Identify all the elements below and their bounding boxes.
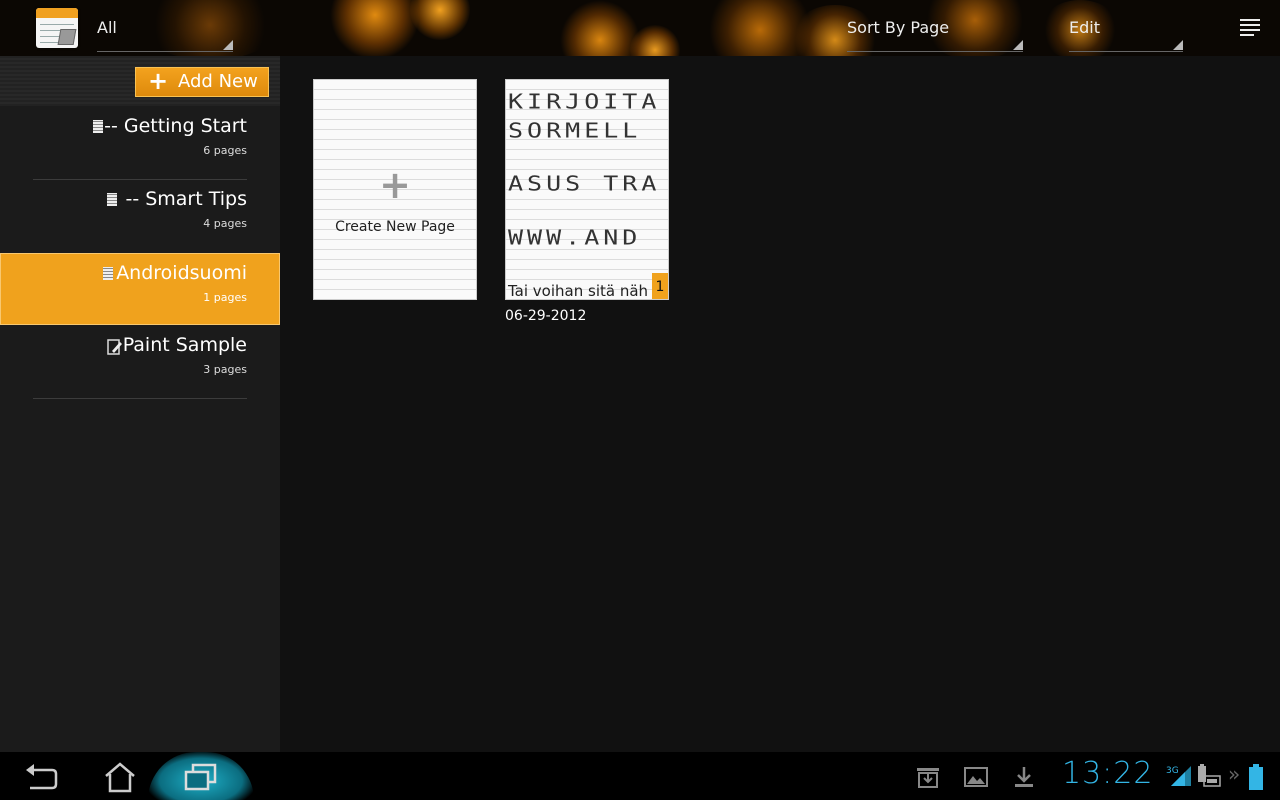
add-new-button[interactable]: + Add New [135,67,269,97]
edit-dropdown[interactable]: Edit [1069,0,1183,56]
notebook-icon [93,120,103,133]
sort-value: Sort By Page [847,18,950,37]
archive-icon[interactable] [916,765,940,789]
page-typed-text: Tai voihan sitä näh [508,282,649,300]
notebook-page-count: 3 pages [203,363,247,376]
action-bar: All Sort By Page Edit [0,0,1280,57]
edit-value: Edit [1069,18,1100,37]
notebook-title: -- Smart Tips [125,188,247,210]
handwriting-line: WWW.AND [508,226,642,250]
plus-icon: + [148,67,169,95]
download-icon[interactable] [1012,765,1036,789]
home-icon[interactable] [100,760,140,794]
page-number-badge: 1 [652,273,668,299]
notebook-icon [103,267,113,280]
notebook-page-count: 4 pages [203,217,247,230]
notebook-icon [107,193,117,206]
notebook-item-androidsuomi[interactable]: Androidsuomi 1 pages [0,253,280,325]
create-new-page-label: Create New Page [335,219,455,235]
notebook-item-getting-start[interactable]: -- Getting Start 6 pages [0,107,280,179]
clock[interactable]: 13:22 [1062,756,1153,791]
notebook-page-count: 6 pages [203,144,247,157]
dropdown-arrow-icon [223,40,233,50]
paint-notebook-icon [107,339,122,355]
notebook-item-paint-sample[interactable]: Paint Sample 3 pages [0,326,280,398]
page-date: 06-29-2012 [505,308,587,324]
notebook-title: Paint Sample [122,334,247,356]
overflow-menu-icon[interactable] [1240,16,1262,40]
dropdown-arrow-icon [1013,40,1023,50]
notebook-item-smart-tips[interactable]: -- Smart Tips 4 pages [0,180,280,252]
handwriting-line: SORMELL [508,119,642,143]
signal-icon [1171,766,1191,786]
page-thumbnail[interactable]: KIRJOITA SORMELL ASUS TRA WWW.AND Tai vo… [505,79,669,300]
dropdown-arrow-icon [1173,40,1183,50]
recent-apps-icon[interactable] [181,760,221,794]
notebook-title: -- Getting Start [104,115,247,137]
page-grid: + Create New Page KIRJOITA SORMELL ASUS … [280,56,1280,752]
notebook-title: Androidsuomi [116,262,247,284]
plus-icon: + [379,163,411,207]
notes-app-icon[interactable] [36,8,78,48]
gallery-icon[interactable] [964,765,988,789]
keyboard-battery-icon [1198,764,1221,787]
battery-icon [1249,764,1263,790]
add-new-strip: + Add New [0,56,280,106]
back-icon[interactable] [22,760,62,794]
more-notifications-icon[interactable]: » [1228,762,1240,786]
system-bar: 13:22 3G » [0,752,1280,800]
handwriting-line: ASUS TRA [508,172,661,196]
filter-value: All [97,18,117,37]
divider [33,398,247,399]
handwriting-line: KIRJOITA [508,90,661,114]
notebook-list: + Add New -- Getting Start 6 pages -- Sm… [0,56,280,752]
create-new-page-card[interactable]: + Create New Page [313,79,477,300]
notebook-page-count: 1 pages [203,291,247,304]
filter-dropdown[interactable]: All [97,0,233,56]
add-new-label: Add New [178,71,258,92]
sort-dropdown[interactable]: Sort By Page [847,0,1023,56]
